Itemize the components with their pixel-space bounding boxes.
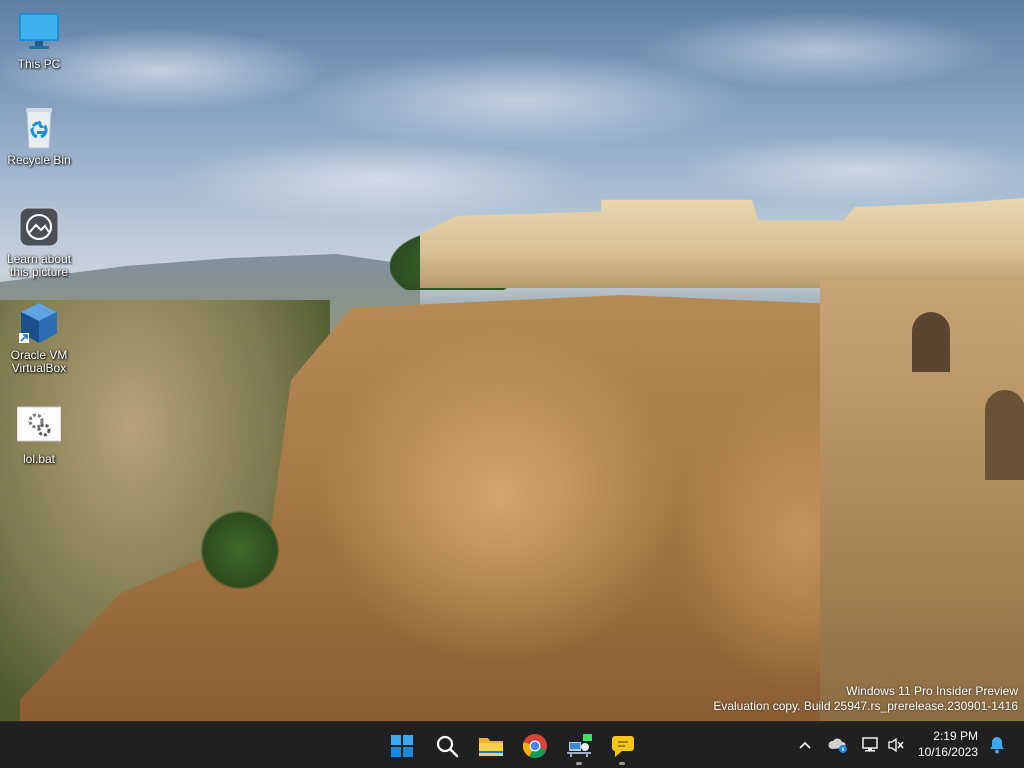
desktop-icon-label: Oracle VM VirtualBox xyxy=(10,348,68,375)
batch-file-icon xyxy=(16,405,62,449)
camera-icon xyxy=(17,205,61,249)
chrome-icon xyxy=(522,734,547,759)
recycle-bin-icon xyxy=(17,106,61,150)
tray-overflow-button[interactable] xyxy=(794,730,816,760)
tray-cloud-button[interactable] xyxy=(826,730,850,760)
clock-time: 2:19 PM xyxy=(933,729,978,743)
search-button[interactable] xyxy=(427,726,467,766)
start-button[interactable] xyxy=(382,726,422,766)
taskbar-clock[interactable]: 2:19 PM 10/16/2023 xyxy=(908,728,978,760)
desktop-icon-virtualbox[interactable]: Oracle VM VirtualBox xyxy=(0,301,78,375)
notifications-button[interactable] xyxy=(985,730,1009,760)
chrome-button[interactable] xyxy=(515,726,555,766)
network-app-icon xyxy=(567,734,592,757)
running-indicator xyxy=(619,762,625,765)
desktop-icon-this-pc[interactable]: This PC xyxy=(0,10,78,71)
file-explorer-button[interactable] xyxy=(471,726,511,766)
desktop-icon-learn-about-picture[interactable]: Learn about this picture xyxy=(0,205,78,279)
tray-network-button[interactable] xyxy=(858,730,882,760)
speaker-muted-icon xyxy=(888,737,904,753)
folder-icon xyxy=(479,738,503,756)
chat-app-button[interactable] xyxy=(602,726,642,766)
desktop-icon-lol-bat[interactable]: lol.bat xyxy=(0,405,78,466)
desktop-icon-label: lol.bat xyxy=(22,452,56,466)
desktop-icon-recycle-bin[interactable]: Recycle Bin xyxy=(0,106,78,167)
virtualbox-icon xyxy=(17,301,61,345)
chat-bubble-icon xyxy=(612,736,634,757)
watermark-build: Evaluation copy. Build 25947.rs_prerelea… xyxy=(713,699,1018,713)
evaluation-watermark: Windows 11 Pro Insider Preview Evaluatio… xyxy=(713,684,1018,714)
wallpaper-bridge-arch xyxy=(985,390,1024,480)
windows-start-icon xyxy=(391,735,413,757)
taskbar: 2:19 PM 10/16/2023 xyxy=(0,721,1024,768)
desktop-icon-label: Recycle Bin xyxy=(7,153,71,167)
desktop-icon-label: Learn about this picture xyxy=(6,252,72,279)
tray-volume-button[interactable] xyxy=(884,730,908,760)
desktop-icon-label: This PC xyxy=(17,57,61,71)
network-monitor-icon xyxy=(862,737,878,752)
chevron-up-icon xyxy=(799,741,811,749)
cloud-info-icon xyxy=(828,738,847,753)
wallpaper-tree xyxy=(200,510,280,590)
desktop-wallpaper xyxy=(0,0,1024,721)
wallpaper-bridge-arch xyxy=(912,312,950,372)
clock-date: 10/16/2023 xyxy=(917,745,978,759)
bell-icon xyxy=(990,737,1004,754)
watermark-edition: Windows 11 Pro Insider Preview xyxy=(846,684,1018,698)
running-indicator xyxy=(576,762,582,765)
monitor-icon xyxy=(17,10,61,54)
network-app-button[interactable] xyxy=(559,726,599,766)
search-icon xyxy=(436,735,459,758)
